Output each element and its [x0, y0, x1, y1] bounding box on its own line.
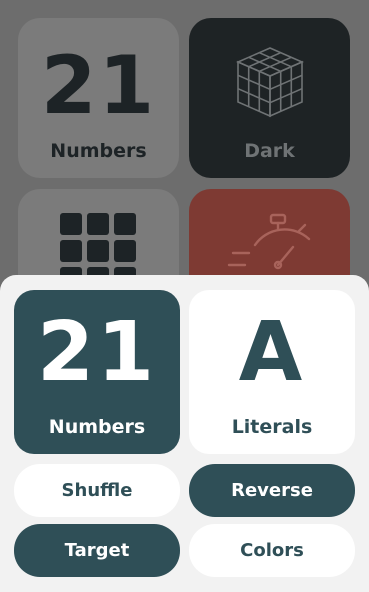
colors-button[interactable]: Colors: [189, 524, 355, 577]
background-dark-label: Dark: [244, 140, 295, 162]
background-numbers-tile: 21 Numbers: [18, 18, 179, 178]
shuffle-button[interactable]: Shuffle: [14, 464, 180, 517]
background-numbers-label: Numbers: [50, 140, 147, 162]
background-numbers-value: 21: [40, 39, 157, 132]
background-dark-tile: Dark: [189, 18, 350, 178]
literals-mode-value: A: [238, 305, 306, 400]
literals-mode-card[interactable]: A Literals: [189, 290, 355, 454]
numbers-mode-card[interactable]: 21 Numbers: [14, 290, 180, 454]
target-button[interactable]: Target: [14, 524, 180, 577]
numbers-mode-value: 21: [36, 305, 158, 400]
cube-icon: [235, 47, 304, 118]
reverse-button[interactable]: Reverse: [189, 464, 355, 517]
numbers-mode-label: Numbers: [48, 416, 146, 438]
mode-bottom-sheet: 21 Numbers A Literals Shuffle Reverse Ta…: [0, 275, 369, 592]
literals-mode-label: Literals: [231, 416, 313, 438]
